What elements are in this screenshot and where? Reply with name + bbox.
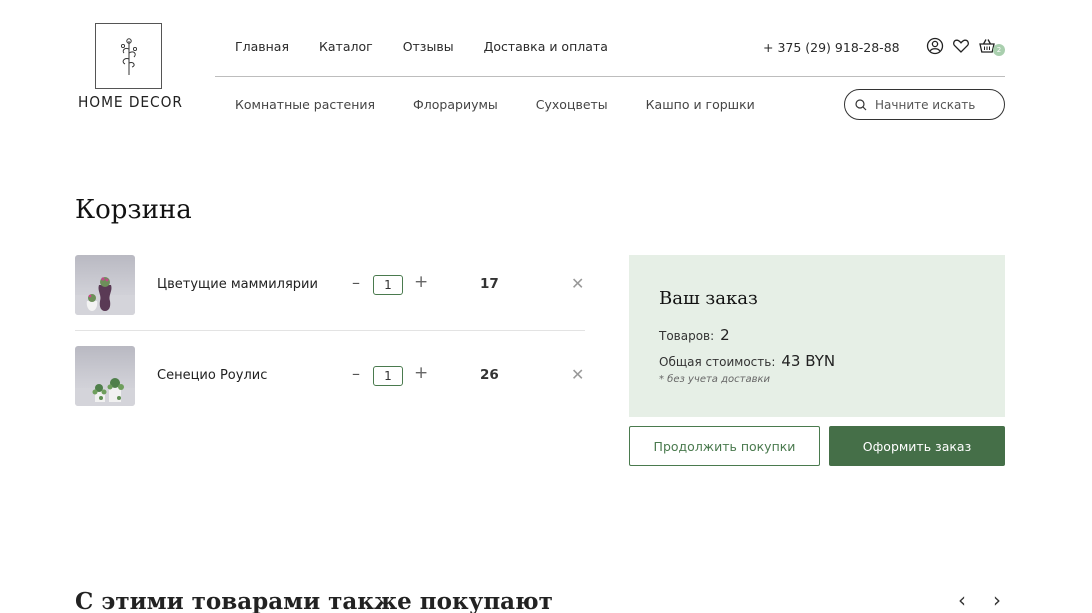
product-image[interactable]	[75, 255, 135, 315]
related-section-title: С этими товарами также покупают	[75, 588, 553, 613]
increase-quantity-button[interactable]: +	[414, 363, 428, 383]
order-summary: Ваш заказ Товаров: 2 Общая стоимость: 43 B…	[629, 255, 1005, 417]
nav-link-catalog[interactable]: Каталог	[319, 39, 373, 54]
product-name[interactable]: Сенецио Роулис	[157, 368, 267, 383]
search-input[interactable]	[875, 97, 995, 112]
search-icon	[855, 98, 867, 110]
nav-link-reviews[interactable]: Отзывы	[403, 39, 454, 54]
cart-item: Сенецио Роулис – + 26 ✕	[75, 346, 585, 406]
nav-divider	[215, 76, 1005, 77]
items-count-label: Товаров:	[659, 329, 715, 343]
decrease-quantity-button[interactable]: –	[350, 364, 362, 383]
total-line: Общая стоимость: 43 BYN	[659, 352, 835, 370]
nav-link-pots[interactable]: Кашпо и горшки	[646, 97, 755, 112]
cart-item: Цветущие маммилярии – + 17 ✕	[75, 255, 585, 315]
delivery-note: * без учета доставки	[659, 374, 771, 385]
brand-name: HOME DECOR	[78, 93, 183, 111]
continue-shopping-button[interactable]: Продолжить покупки	[629, 426, 820, 466]
page-title: Корзина	[75, 195, 192, 225]
quantity-input[interactable]	[373, 275, 403, 295]
product-price: 17	[480, 276, 499, 292]
nav-link-florariums[interactable]: Флорариумы	[413, 97, 498, 112]
nav-link-home[interactable]: Главная	[235, 39, 289, 54]
increase-quantity-button[interactable]: +	[414, 272, 428, 292]
total-label: Общая стоимость:	[659, 355, 776, 369]
summary-title: Ваш заказ	[659, 288, 758, 309]
remove-item-icon[interactable]: ✕	[571, 274, 584, 293]
total-value: 43 BYN	[781, 352, 836, 370]
product-price: 26	[480, 367, 499, 383]
header-icons: 2	[926, 37, 1005, 56]
product-name[interactable]: Цветущие маммилярии	[157, 277, 318, 292]
quantity-input[interactable]	[373, 366, 403, 386]
chevron-right-icon[interactable]: ›	[993, 588, 1001, 612]
nav-link-delivery[interactable]: Доставка и оплата	[484, 39, 608, 54]
flower-sprig-icon	[120, 38, 138, 75]
decrease-quantity-button[interactable]: –	[350, 273, 362, 292]
items-count-line: Товаров: 2	[659, 326, 730, 344]
place-order-button[interactable]: Оформить заказ	[829, 426, 1005, 466]
search-box[interactable]	[844, 89, 1005, 120]
phone-number[interactable]: + 375 (29) 918-28-88	[763, 40, 900, 55]
user-icon[interactable]	[926, 37, 944, 55]
logo[interactable]: HOME DECOR	[78, 23, 183, 113]
nav-link-dried-flowers[interactable]: Сухоцветы	[536, 97, 608, 112]
cart-count-badge: 2	[993, 44, 1005, 56]
basket-icon[interactable]: 2	[978, 37, 1005, 56]
top-navigation: Главная Каталог Отзывы Доставка и оплата	[235, 39, 608, 54]
product-image[interactable]	[75, 346, 135, 406]
nav-link-houseplants[interactable]: Комнатные растения	[235, 97, 375, 112]
items-count-value: 2	[720, 326, 730, 344]
category-navigation: Комнатные растения Флорариумы Сухоцветы …	[235, 97, 755, 112]
logo-frame	[95, 23, 162, 89]
heart-icon[interactable]	[952, 37, 970, 55]
chevron-left-icon[interactable]: ‹	[958, 588, 966, 612]
cart-row-divider	[75, 330, 585, 331]
remove-item-icon[interactable]: ✕	[571, 365, 584, 384]
